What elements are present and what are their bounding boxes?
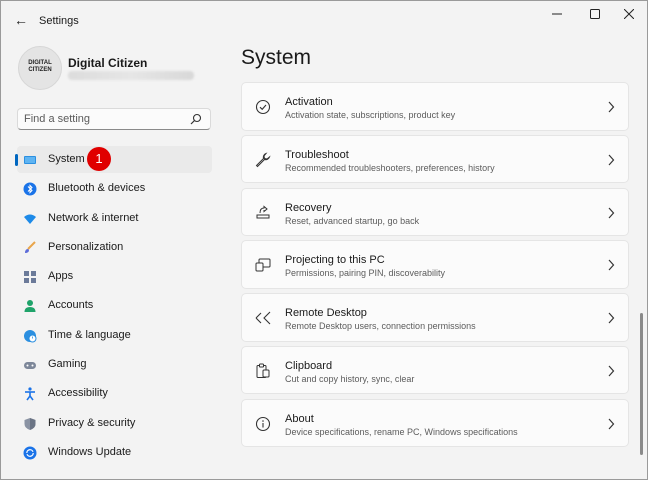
projecting-icon [255,258,271,272]
card-description: Remote Desktop users, connection permiss… [285,321,476,332]
sidebar-item-accessibility[interactable]: Accessibility [17,380,212,407]
settings-card-list: Activation Activation state, subscriptio… [241,82,629,452]
title-bar: ← Settings [1,1,647,39]
brush-icon [25,241,36,253]
chevron-right-icon [608,207,615,218]
chevron-right-icon [608,259,615,271]
sidebar-item-windows-update[interactable]: Windows Update [17,439,212,466]
card-recovery[interactable]: Recovery Reset, advanced startup, go bac… [241,187,629,237]
card-troubleshoot[interactable]: Troubleshoot Recommended troubleshooters… [241,134,629,184]
card-clipboard[interactable]: Clipboard Cut and copy history, sync, cl… [241,345,629,395]
selection-indicator [15,154,18,166]
wrench-icon [255,152,271,168]
recovery-icon [256,205,270,219]
sidebar-item-gaming[interactable]: Gaming [17,351,212,378]
info-icon [255,416,271,431]
activation-check-icon [255,99,271,115]
sidebar-item-system[interactable]: System [15,146,212,173]
back-button[interactable]: ← [11,11,31,29]
person-icon [24,300,36,313]
gamepad-icon [24,362,36,370]
card-description: Cut and copy history, sync, clear [285,373,415,384]
sidebar-nav: System Bluetooth & devices Network & int… [15,146,212,468]
sidebar-item-privacy[interactable]: Privacy & security [17,410,212,437]
settings-window: ← Settings DIGITAL CITIZEN Digital Citize… [0,0,648,480]
minimize-icon [552,13,562,15]
maximize-button[interactable] [581,7,609,23]
profile-email-blurred [68,71,194,80]
monitor-icon [24,156,36,164]
sidebar-item-label: Bluetooth & devices [48,182,146,195]
card-projecting[interactable]: Projecting to this PC Permissions, pairi… [241,240,629,289]
shield-icon [24,417,36,430]
card-title: Activation [285,96,333,108]
chevron-right-icon [608,101,615,113]
globe-clock-icon [24,329,37,343]
clipboard-icon [256,363,270,378]
card-title: Troubleshoot [285,148,349,161]
sidebar-item-label: Accessibility [48,387,108,400]
sidebar-item-label: Accounts [48,299,94,312]
sidebar-item-label: System [48,153,85,165]
bluetooth-icon [23,182,37,196]
search-icon[interactable] [190,113,202,125]
card-activation[interactable]: Activation Activation state, subscriptio… [241,82,629,131]
page-title: System [241,46,312,69]
wifi-icon [24,214,36,224]
sidebar-item-personalization[interactable]: Personalization [17,234,212,261]
minimize-button[interactable] [543,7,571,23]
sidebar-item-label: Privacy & security [48,416,136,429]
sidebar-item-label: Apps [48,270,74,283]
chevron-right-icon [608,312,615,324]
card-description: Activation state, subscriptions, product… [285,110,456,120]
chevron-right-icon [608,154,615,166]
avatar-logo-text: DIGITAL CITIZEN [28,60,52,73]
sidebar-item-label: Gaming [48,358,87,371]
card-description: Recommended troubleshooters, preferences… [285,162,495,173]
card-title: Clipboard [285,359,333,372]
close-icon [623,8,635,20]
card-remote-desktop[interactable]: Remote Desktop Remote Desktop users, con… [241,293,629,342]
sidebar-item-time-language[interactable]: Time & language [17,322,212,349]
chevron-right-icon [608,365,615,377]
search-input[interactable] [24,112,184,126]
maximize-icon [590,9,600,19]
card-title: Projecting to this PC [285,254,385,267]
update-icon [23,446,37,460]
sidebar-item-network[interactable]: Network & internet [17,205,212,232]
profile-name: Digital Citizen [68,56,148,70]
annotation-badge-1: 1 [87,147,111,171]
search-box[interactable] [17,108,211,130]
sidebar-item-apps[interactable]: Apps [17,263,212,290]
chevron-right-icon [608,418,615,430]
card-description: Permissions, pairing PIN, discoverabilit… [285,268,446,279]
sidebar-item-label: Windows Update [48,445,132,458]
card-title: Recovery [285,201,332,214]
card-description: Device specifications, rename PC, Window… [285,426,518,437]
accessibility-icon [25,387,35,401]
sidebar-item-label: Network & internet [48,211,139,224]
avatar[interactable]: DIGITAL CITIZEN [18,46,62,90]
remote-desktop-icon [255,311,271,325]
sidebar-item-label: Personalization [48,240,124,253]
card-about[interactable]: About Device specifications, rename PC, … [241,398,629,448]
apps-icon [24,271,36,284]
scrollbar-thumb[interactable] [640,313,643,455]
sidebar-item-bluetooth[interactable]: Bluetooth & devices [17,175,212,202]
card-title: Remote Desktop [285,307,367,320]
close-button[interactable] [615,7,643,23]
app-title: Settings [39,15,79,27]
card-description: Reset, advanced startup, go back [285,215,420,226]
card-title: About [285,412,314,425]
sidebar-item-accounts[interactable]: Accounts [17,292,212,319]
sidebar-item-label: Time & language [48,328,131,341]
